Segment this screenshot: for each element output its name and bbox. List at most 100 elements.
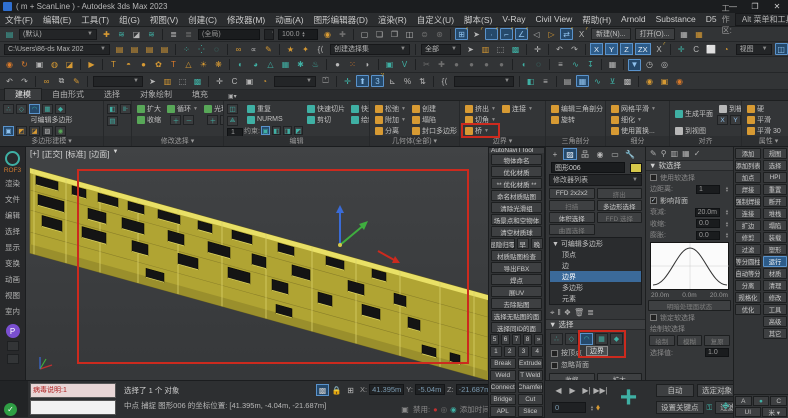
gauge-icon[interactable]: ◎ xyxy=(658,59,671,71)
remove-modifier-icon[interactable]: 🗑 xyxy=(574,308,584,318)
tool-其它[interactable]: 其它 xyxy=(763,328,787,339)
frame-field[interactable]: 0 xyxy=(552,402,586,413)
edit-NURMS[interactable]: NURMS xyxy=(245,114,303,125)
menu-V-Ray[interactable]: V-Ray xyxy=(497,14,530,26)
script-btn-Cut[interactable]: Cut xyxy=(518,394,544,405)
dashed-circle-icon[interactable]: ◌ xyxy=(210,43,223,55)
transform-icon[interactable]: ✛ xyxy=(675,43,688,55)
disable-red-dot[interactable]: ● xyxy=(433,405,438,414)
element-mode-icon[interactable]: ◆ xyxy=(610,333,623,345)
layers-panel-icon[interactable]: ≡ xyxy=(554,59,567,71)
new-doc-icon[interactable]: ▢ xyxy=(358,28,371,40)
edit-重复[interactable]: 重复 xyxy=(245,103,303,114)
selection-set-dropdown[interactable]: 创建选择集▼ xyxy=(330,44,410,55)
tool-修剪[interactable]: 修剪 xyxy=(735,232,761,243)
toggle-ribbon-icon[interactable]: ▦ xyxy=(576,75,589,87)
script-btn-导出FBX[interactable]: 导出FBX xyxy=(491,262,542,273)
align-axis-X[interactable]: X xyxy=(717,115,728,125)
clapper-icon[interactable]: ◪ xyxy=(63,59,76,71)
align-到栅格[interactable]: 到栅格 xyxy=(717,103,742,114)
script-btn-去除贴图[interactable]: 去除贴图 xyxy=(491,298,542,309)
layer-manager-icon[interactable]: ▤ xyxy=(3,28,16,40)
tools-tab-C[interactable]: C xyxy=(770,396,787,406)
manipulate-icon[interactable]: ✛ xyxy=(341,75,354,87)
export-icon[interactable]: ⊜ xyxy=(418,28,431,40)
loop-plus-icon[interactable]: ＋ xyxy=(170,115,181,125)
ribbon-tab-对象绘制[interactable]: 对象绘制 xyxy=(130,89,182,100)
move-icon[interactable]: ✛ xyxy=(531,43,544,55)
checkbox-使用软选择[interactable] xyxy=(650,174,657,181)
constraint-icon-2[interactable]: ◨ xyxy=(283,126,292,135)
filter-icon[interactable]: ▼ xyxy=(112,149,118,160)
edit-快速循环[interactable]: 快速循环 xyxy=(349,103,370,114)
细分-使用置换...[interactable]: 使用置换... xyxy=(609,125,658,136)
refcoord-dropdown[interactable]: 视图▼ xyxy=(736,44,772,55)
tool-高级[interactable]: 高级 xyxy=(763,316,787,327)
tool-运行[interactable]: 运行 xyxy=(763,256,787,267)
menu-图形编辑器(D)[interactable]: 图形编辑器(D) xyxy=(309,14,373,26)
tool-连接[interactable]: 连接 xyxy=(735,208,761,219)
scissors-dim-icon[interactable]: ✂ xyxy=(420,59,433,71)
film-box-icon[interactable]: ▦ xyxy=(606,59,619,71)
mini-dropdown[interactable]: ▼ xyxy=(264,29,274,40)
select-link-icon[interactable]: ∞ xyxy=(40,75,53,87)
list-icon[interactable]: ▥ xyxy=(671,149,679,158)
unlink-icon[interactable]: ∝ xyxy=(247,43,260,55)
bind-spacewarp-icon[interactable]: ✎ xyxy=(70,75,83,87)
tool-焊接[interactable]: 焊接 xyxy=(735,184,761,195)
stack-root[interactable]: ▼ 可编辑多边形 xyxy=(550,238,641,249)
axis-x-button[interactable]: X xyxy=(590,43,603,55)
quickmenu-显示[interactable]: 显示 xyxy=(5,240,20,256)
free-light-icon[interactable]: △ xyxy=(182,59,195,71)
script-btn-展UV[interactable]: 展UV xyxy=(491,286,542,297)
quickmenu-选择[interactable]: 选择 xyxy=(5,224,20,240)
edit-selset-icon[interactable]: {⟨ xyxy=(438,75,451,87)
align-icon[interactable]: ≡ xyxy=(539,75,552,87)
属性-平滑[interactable]: 平滑 xyxy=(745,114,783,125)
fire-icon[interactable]: ♨ xyxy=(309,59,322,71)
menu-Civil View[interactable]: Civil View xyxy=(531,14,578,26)
badge-icon[interactable]: ▣ xyxy=(383,59,396,71)
viewport-label-part[interactable]: [正交] xyxy=(42,149,62,160)
workspace-selector[interactable]: 工作区: Alt 菜单和工具栏 xyxy=(722,3,788,36)
几何体(全部)-松弛[interactable]: 松弛▼ xyxy=(373,103,408,114)
folder-merge-icon[interactable]: ▤ xyxy=(143,43,156,55)
polytool-icon-3[interactable]: ▨ xyxy=(42,126,53,136)
percent-snap-icon[interactable]: % xyxy=(401,75,414,87)
check-icon[interactable]: ✓ xyxy=(694,149,701,158)
group-label[interactable]: 多边形建模 ▾ xyxy=(0,136,103,146)
menu-Arnold[interactable]: Arnold xyxy=(616,14,651,26)
pen-icon[interactable]: ✎ xyxy=(650,149,657,158)
make-planar-chip[interactable]: 生成平面 xyxy=(673,103,715,125)
tool-添加[interactable]: 添加 xyxy=(735,148,761,159)
selection-filter-dropdown[interactable]: ▼ xyxy=(93,76,143,87)
quickmenu-动画[interactable]: 动画 xyxy=(5,272,20,288)
script-btn-材质贴图检查[interactable]: 材质贴图检查 xyxy=(491,250,542,261)
menu-工具(T)[interactable]: 工具(T) xyxy=(76,14,114,26)
stack-item-多边形[interactable]: 多边形 xyxy=(550,282,641,293)
paint-模糊[interactable]: 模糊 xyxy=(677,335,703,346)
dot1-icon[interactable]: ● xyxy=(450,59,463,71)
absolute-mode-icon[interactable]: ⊞ xyxy=(344,384,357,396)
属性-平滑 30[interactable]: 平滑 30 xyxy=(745,125,783,136)
ref-coord-dropdown[interactable]: ▼ xyxy=(274,76,316,87)
merge-icon[interactable]: ◫ xyxy=(403,28,416,40)
viewport-label-part[interactable]: [边面] xyxy=(89,149,109,160)
边界-切角[interactable]: 切角▼ xyxy=(463,114,498,125)
group-label[interactable]: 修改选择 ▾ xyxy=(132,136,223,146)
几何体(全部)-封口多边形[interactable]: 封口多边形 xyxy=(410,125,459,136)
x-coordinate-field[interactable]: 41.395m xyxy=(369,384,404,395)
pattern-icon[interactable]: ▦ xyxy=(279,59,292,71)
polytool-icon-1[interactable]: ◩ xyxy=(16,126,27,136)
pin-stack-icon[interactable]: ⌖ xyxy=(550,308,555,318)
layer-list-icon[interactable]: ≣ xyxy=(167,28,180,40)
half-icon[interactable]: ◗ xyxy=(361,59,374,71)
sphere-icon[interactable]: ● xyxy=(331,59,344,71)
tool-等分圆柱[interactable]: 等分圆柱 xyxy=(735,256,761,267)
script-btn-选择无贴图的面[interactable]: 选择无贴图的面 xyxy=(491,310,542,321)
script-btn-显隐归零[interactable]: 显隐归零 xyxy=(490,238,515,249)
script-btn-早[interactable]: 早 xyxy=(517,238,529,249)
ring-chip[interactable]: 光环▼ xyxy=(202,103,224,114)
select-by-name-icon[interactable]: ▥ xyxy=(479,43,492,55)
soft-selection-header[interactable]: ▼ 软选择 xyxy=(646,160,733,171)
